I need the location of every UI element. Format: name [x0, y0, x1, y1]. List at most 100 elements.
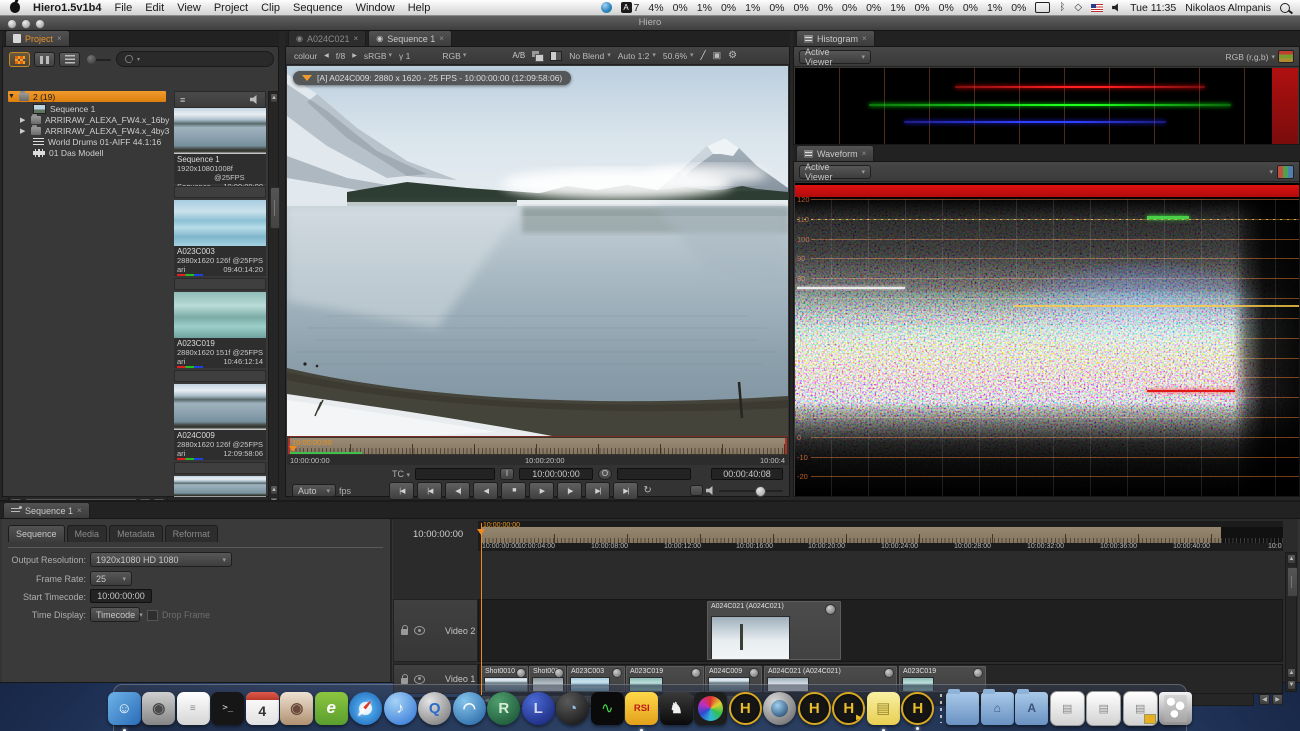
volume-icon[interactable] [1112, 3, 1121, 12]
timeline-playhead-handle[interactable] [477, 529, 485, 535]
bin-tree-item-clip[interactable]: 01 Das Modell [33, 147, 173, 158]
chevron-down-icon[interactable]: ▼ [8, 93, 15, 100]
viewer-clip-info-overlay[interactable]: [A] A024C009: 2880 x 1620 - 25 FPS - 10:… [293, 71, 571, 85]
dock-openoffice-icon[interactable]: ◠ [453, 692, 486, 725]
dock-folder-library-icon[interactable]: ⌂ [981, 692, 1014, 725]
dock-hiero-icon[interactable]: H [729, 692, 762, 725]
waveform-source-select[interactable]: Active Viewer▾ [799, 165, 871, 179]
menu-edit[interactable]: Edit [145, 2, 164, 14]
scrub-playhead[interactable] [289, 446, 297, 452]
menu-app-name[interactable]: Hiero1.5v1b4 [33, 2, 101, 14]
timeline-current-tc[interactable]: 10:00:00:00 [413, 529, 463, 540]
tab-reformat[interactable]: Reformat [165, 525, 218, 542]
view-thumbnails-button[interactable] [9, 52, 30, 67]
thumbnail-size-slider[interactable] [87, 59, 111, 61]
scroll-right-button[interactable]: ▶ [1272, 694, 1283, 705]
dock-itunes-icon[interactable]: ♪ [384, 692, 417, 725]
dock-hiero-player-icon[interactable]: H [832, 692, 865, 725]
timeline-ruler[interactable]: 10:00:00:00 10:00:00:00 10:00:04:00 10:0… [478, 521, 1283, 551]
wifi-icon[interactable]: ◇ [1074, 2, 1082, 13]
play-reverse-button[interactable]: ◀ [473, 482, 498, 500]
menu-project[interactable]: Project [214, 2, 248, 14]
dock-quicktime-icon[interactable]: Q [418, 692, 451, 725]
track-visible-eye-icon[interactable] [414, 675, 425, 684]
menu-clip[interactable]: Clip [261, 2, 280, 14]
safe-area-icon[interactable]: ▣ [713, 50, 722, 61]
scrollbar-thumb[interactable] [1287, 567, 1298, 597]
tab-project[interactable]: Project × [5, 30, 70, 46]
dock-dashboard-icon[interactable]: ◔ [556, 692, 589, 725]
menu-help[interactable]: Help [408, 2, 431, 14]
dock-viewer-lens-icon[interactable] [763, 692, 796, 725]
track-lane-video2[interactable]: A024C021 (A024C021) [478, 599, 1283, 662]
menu-file[interactable]: File [114, 2, 132, 14]
spotlight-icon[interactable] [1280, 3, 1290, 13]
scroll-down-button[interactable]: ▼ [1287, 680, 1296, 690]
dock-app-l-icon[interactable]: L [522, 692, 555, 725]
tab-viewer-sequence1[interactable]: ◉ Sequence 1 × [368, 30, 452, 46]
bin-tree-item-sequence[interactable]: Sequence 1 [33, 103, 173, 114]
proxy-select[interactable]: Auto 1:2▾ [618, 51, 656, 61]
gamma-value[interactable]: γ 1 [399, 51, 410, 61]
tab-viewer-a024c021[interactable]: ◉ A024C021 × [288, 30, 366, 46]
set-in-button[interactable]: I [500, 468, 514, 480]
out-point-field[interactable] [617, 468, 691, 480]
track-visible-eye-icon[interactable] [414, 626, 425, 635]
track-header-video2[interactable]: Video 2 [393, 599, 478, 662]
viewer-canvas[interactable]: [A] A024C009: 2880 x 1620 - 25 FPS - 10:… [287, 66, 788, 437]
menu-user[interactable]: Nikolaos Almpanis [1185, 2, 1271, 14]
dock-calendar-icon[interactable]: 4 [246, 692, 279, 725]
close-icon[interactable]: × [862, 34, 867, 43]
viewer-scrub-bar[interactable]: 10:00:00:00 [287, 437, 788, 455]
in-point-field[interactable] [415, 468, 495, 480]
prev-edit-button[interactable]: |◀ [417, 482, 442, 500]
blend-select[interactable]: No Blend▾ [569, 51, 610, 61]
scroll-up-button-2[interactable]: ▲ [1287, 668, 1296, 678]
clip-thumbnail-partial[interactable] [174, 476, 266, 497]
close-icon[interactable]: × [57, 34, 62, 43]
dock-activity-monitor-icon[interactable]: ∿ [591, 692, 624, 725]
tab-metadata[interactable]: Metadata [109, 525, 163, 542]
bin-tree-item-arriraw-16by[interactable]: ▶ ARRIRAW_ALEXA_FW4.x_16by [20, 114, 172, 125]
menu-view[interactable]: View [177, 2, 201, 14]
close-icon[interactable]: × [354, 34, 359, 43]
lock-icon[interactable] [401, 629, 408, 635]
goto-start-button[interactable]: |◀ [389, 482, 414, 500]
viewer-settings-gear-icon[interactable]: ⚙ [728, 50, 737, 61]
waveform-mode-select[interactable]: ▾ [1269, 165, 1294, 179]
apple-icon[interactable] [10, 2, 20, 13]
dock-stickies-icon[interactable]: ▤ [867, 692, 900, 725]
fps-select[interactable]: Auto▾ [292, 484, 336, 497]
mute-button[interactable] [690, 485, 703, 496]
close-icon[interactable]: × [77, 506, 82, 515]
channels-select[interactable]: RGB▾ [442, 51, 466, 61]
bin-tree-item-root[interactable]: ▼ 2 (19) [8, 91, 166, 102]
dock-photo-booth-icon[interactable]: ◉ [280, 692, 313, 725]
chevron-right-icon[interactable]: ▶ [20, 127, 27, 135]
close-icon[interactable]: × [862, 149, 867, 158]
frame-rate-select[interactable]: 25▾ [90, 571, 132, 586]
speaker-icon[interactable] [706, 486, 716, 496]
next-edit-button[interactable]: ▶| [585, 482, 610, 500]
histogram-mode-select[interactable]: RGB (r,g,b)▾ [1226, 50, 1295, 63]
dock-doc-stack-icon-2[interactable]: ▤ [1086, 691, 1121, 726]
colorspace-select[interactable]: sRGB▾ [364, 51, 392, 61]
dock-folder-documents-icon[interactable] [946, 692, 979, 725]
tab-media[interactable]: Media [67, 525, 108, 542]
step-back-button[interactable]: ◀| [445, 482, 470, 500]
clip-thumbnail-sequence1[interactable] [174, 108, 266, 154]
dock-trash-icon[interactable] [1159, 692, 1192, 725]
dock-rsi-guard-icon[interactable]: RSI [625, 692, 658, 725]
layers-icon[interactable] [532, 51, 543, 60]
clip-thumbnail-a023c003[interactable] [174, 200, 266, 246]
scroll-up-button[interactable]: ▲ [1287, 554, 1296, 564]
dock-hiero-icon-3[interactable]: H [901, 692, 934, 725]
dock-terminal-icon[interactable]: >_ [211, 692, 244, 725]
dock-folder-applications-icon[interactable]: A [1015, 692, 1048, 725]
exposure-value[interactable]: f/8 [336, 51, 345, 61]
lock-icon[interactable] [401, 678, 408, 684]
tab-histogram[interactable]: Histogram × [796, 30, 875, 46]
step-forward-button[interactable]: |▶ [557, 482, 582, 500]
tab-sequence1-timeline[interactable]: Sequence 1 × [3, 502, 90, 518]
menu-window[interactable]: Window [356, 2, 395, 14]
